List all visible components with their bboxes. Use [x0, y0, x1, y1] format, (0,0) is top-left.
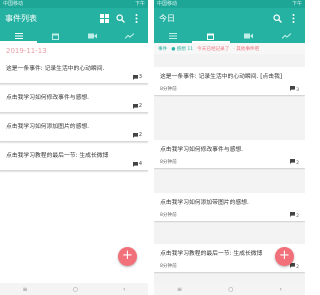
nav-back-button[interactable]: ‹ [280, 286, 282, 293]
search-icon[interactable] [114, 12, 127, 25]
note-text: 这是一条事件: 记录生活中的心动瞬间. [6, 66, 105, 72]
comment-icon [132, 103, 138, 109]
calendar-icon [52, 33, 59, 40]
system-nav-bar: ≡ ○ ‹ [154, 283, 305, 295]
status-right: 下午 [291, 1, 302, 7]
comment-icon [132, 132, 138, 138]
more-menu-icon[interactable] [130, 12, 143, 25]
trend-icon [125, 33, 134, 39]
nav-home-button[interactable]: ○ [73, 286, 78, 293]
count-value: 2 [296, 213, 299, 219]
nav-home-button[interactable]: ○ [228, 286, 233, 293]
note-text: 点击我学习如何添加图片的感想. [6, 124, 89, 130]
video-icon [88, 33, 97, 39]
list-item[interactable]: 点击我学习如何添加图片的感想. 2 [0, 117, 148, 142]
tab-trend[interactable] [111, 29, 148, 43]
status-bar: 中国移动 下午 [0, 0, 148, 8]
comment-count: 2 [289, 158, 299, 166]
comment-icon [132, 74, 138, 80]
event-tag[interactable]: 事件 [158, 46, 167, 52]
list-item[interactable]: 这是一条事件: 记录生活中的心动瞬间. 3 [0, 59, 148, 84]
status-bar: 中国移动 下午 [154, 0, 305, 8]
grid-view-icon[interactable] [98, 12, 111, 25]
tab-list[interactable] [154, 29, 192, 43]
search-icon[interactable] [271, 12, 284, 25]
summary-text: 今天已经记录了 [197, 46, 230, 52]
count-value: 2 [296, 264, 299, 270]
status-left: 中国移动 [3, 1, 24, 7]
event-list-screen: 中国移动 下午 事件列表 2019-11-13 这是一条事件: 记录生活中的心动… [0, 0, 148, 295]
date-header: 2019-11-13 [6, 47, 47, 55]
comment-icon [289, 158, 295, 164]
count-value: 2 [138, 103, 142, 109]
page-title: 今日 [159, 14, 175, 23]
note-text: 点击我学习教程的最后一节: 生成长微博 [6, 153, 109, 159]
add-event-button[interactable]: + [275, 247, 294, 266]
card-footer: 8分钟前 2 [160, 211, 299, 219]
today-screen: 中国移动 下午 今日 事件 ● 感想 11 今天已经记录了 · 其他事件吧 这是… [154, 0, 305, 295]
nav-menu-button[interactable]: ≡ [23, 286, 28, 293]
thought-tag[interactable]: ● 感想 11 [171, 46, 193, 52]
list-item[interactable]: 点击我学习如何修改事件与感想. 2 [0, 88, 148, 113]
comment-icon [289, 211, 295, 217]
nav-menu-button[interactable]: ≡ [177, 286, 182, 293]
comment-count: 2 [6, 102, 142, 110]
more-menu-icon[interactable] [287, 12, 300, 25]
video-icon [243, 33, 253, 39]
note-text: 点击我学习如何修改事件与感想. [6, 95, 89, 101]
comment-count: 2 [6, 131, 142, 139]
count-value: 2 [296, 160, 299, 166]
count-value: 2 [138, 132, 142, 138]
calendar-icon [207, 33, 215, 40]
list-icon [14, 33, 23, 39]
comment-icon [289, 85, 295, 91]
card-time: 8分钟前 [160, 264, 177, 269]
card-time: 8分钟前 [160, 213, 177, 218]
comment-count: 3 [6, 73, 142, 81]
tab-video[interactable] [230, 29, 268, 43]
comment-count: 4 [6, 160, 142, 168]
summary-row: 事件 ● 感想 11 今天已经记录了 · 其他事件吧 [154, 43, 305, 54]
count-value: 3 [138, 74, 142, 80]
event-card[interactable]: 这是一条事件: 记录生活中的心动瞬间. [点击我] 8分钟前 3 [154, 67, 305, 95]
tab-bar [154, 29, 305, 43]
tab-video[interactable] [74, 29, 111, 43]
tab-trend[interactable] [267, 29, 305, 43]
tab-bar [0, 29, 148, 43]
event-card[interactable]: 点击我学习如何添加带图片的感想. 8分钟前 2 [154, 193, 305, 221]
system-nav-bar: ≡ ○ ‹ [0, 283, 148, 295]
summary-text-tail: · 其他事件吧 [233, 46, 260, 52]
card-text: 点击我学习如何添加带图片的感想. [160, 200, 249, 206]
status-right: 下午 [134, 1, 145, 7]
count-value: 3 [296, 87, 299, 93]
card-text: 点击我学习如何修改事件与感想. [160, 147, 243, 153]
comment-count: 3 [289, 85, 299, 93]
count-value: 4 [138, 161, 142, 167]
card-time: 8分钟前 [160, 160, 177, 165]
nav-back-button[interactable]: ‹ [123, 286, 125, 293]
card-footer: 8分钟前 2 [160, 158, 299, 166]
event-card[interactable]: 点击我学习如何修改事件与感想. 8分钟前 2 [154, 140, 305, 168]
card-footer: 8分钟前 3 [160, 85, 299, 93]
card-text: 这是一条事件: 记录生活中的心动瞬间. [点击我] [160, 74, 283, 80]
trend-icon [281, 33, 291, 39]
list-icon [168, 33, 177, 39]
comment-count: 2 [289, 262, 299, 270]
app-bar: 事件列表 [0, 8, 148, 29]
tab-indicator [0, 41, 37, 43]
status-left: 中国移动 [157, 1, 178, 7]
card-time: 8分钟前 [160, 87, 177, 92]
comment-icon [132, 161, 138, 167]
comment-count: 2 [289, 211, 299, 219]
app-bar: 今日 [154, 8, 305, 29]
add-event-button[interactable]: + [118, 247, 137, 266]
tab-indicator [192, 41, 230, 43]
list-item[interactable]: 点击我学习教程的最后一节: 生成长微博 4 [0, 146, 148, 171]
page-title: 事件列表 [5, 14, 37, 23]
tab-calendar[interactable] [37, 29, 74, 43]
